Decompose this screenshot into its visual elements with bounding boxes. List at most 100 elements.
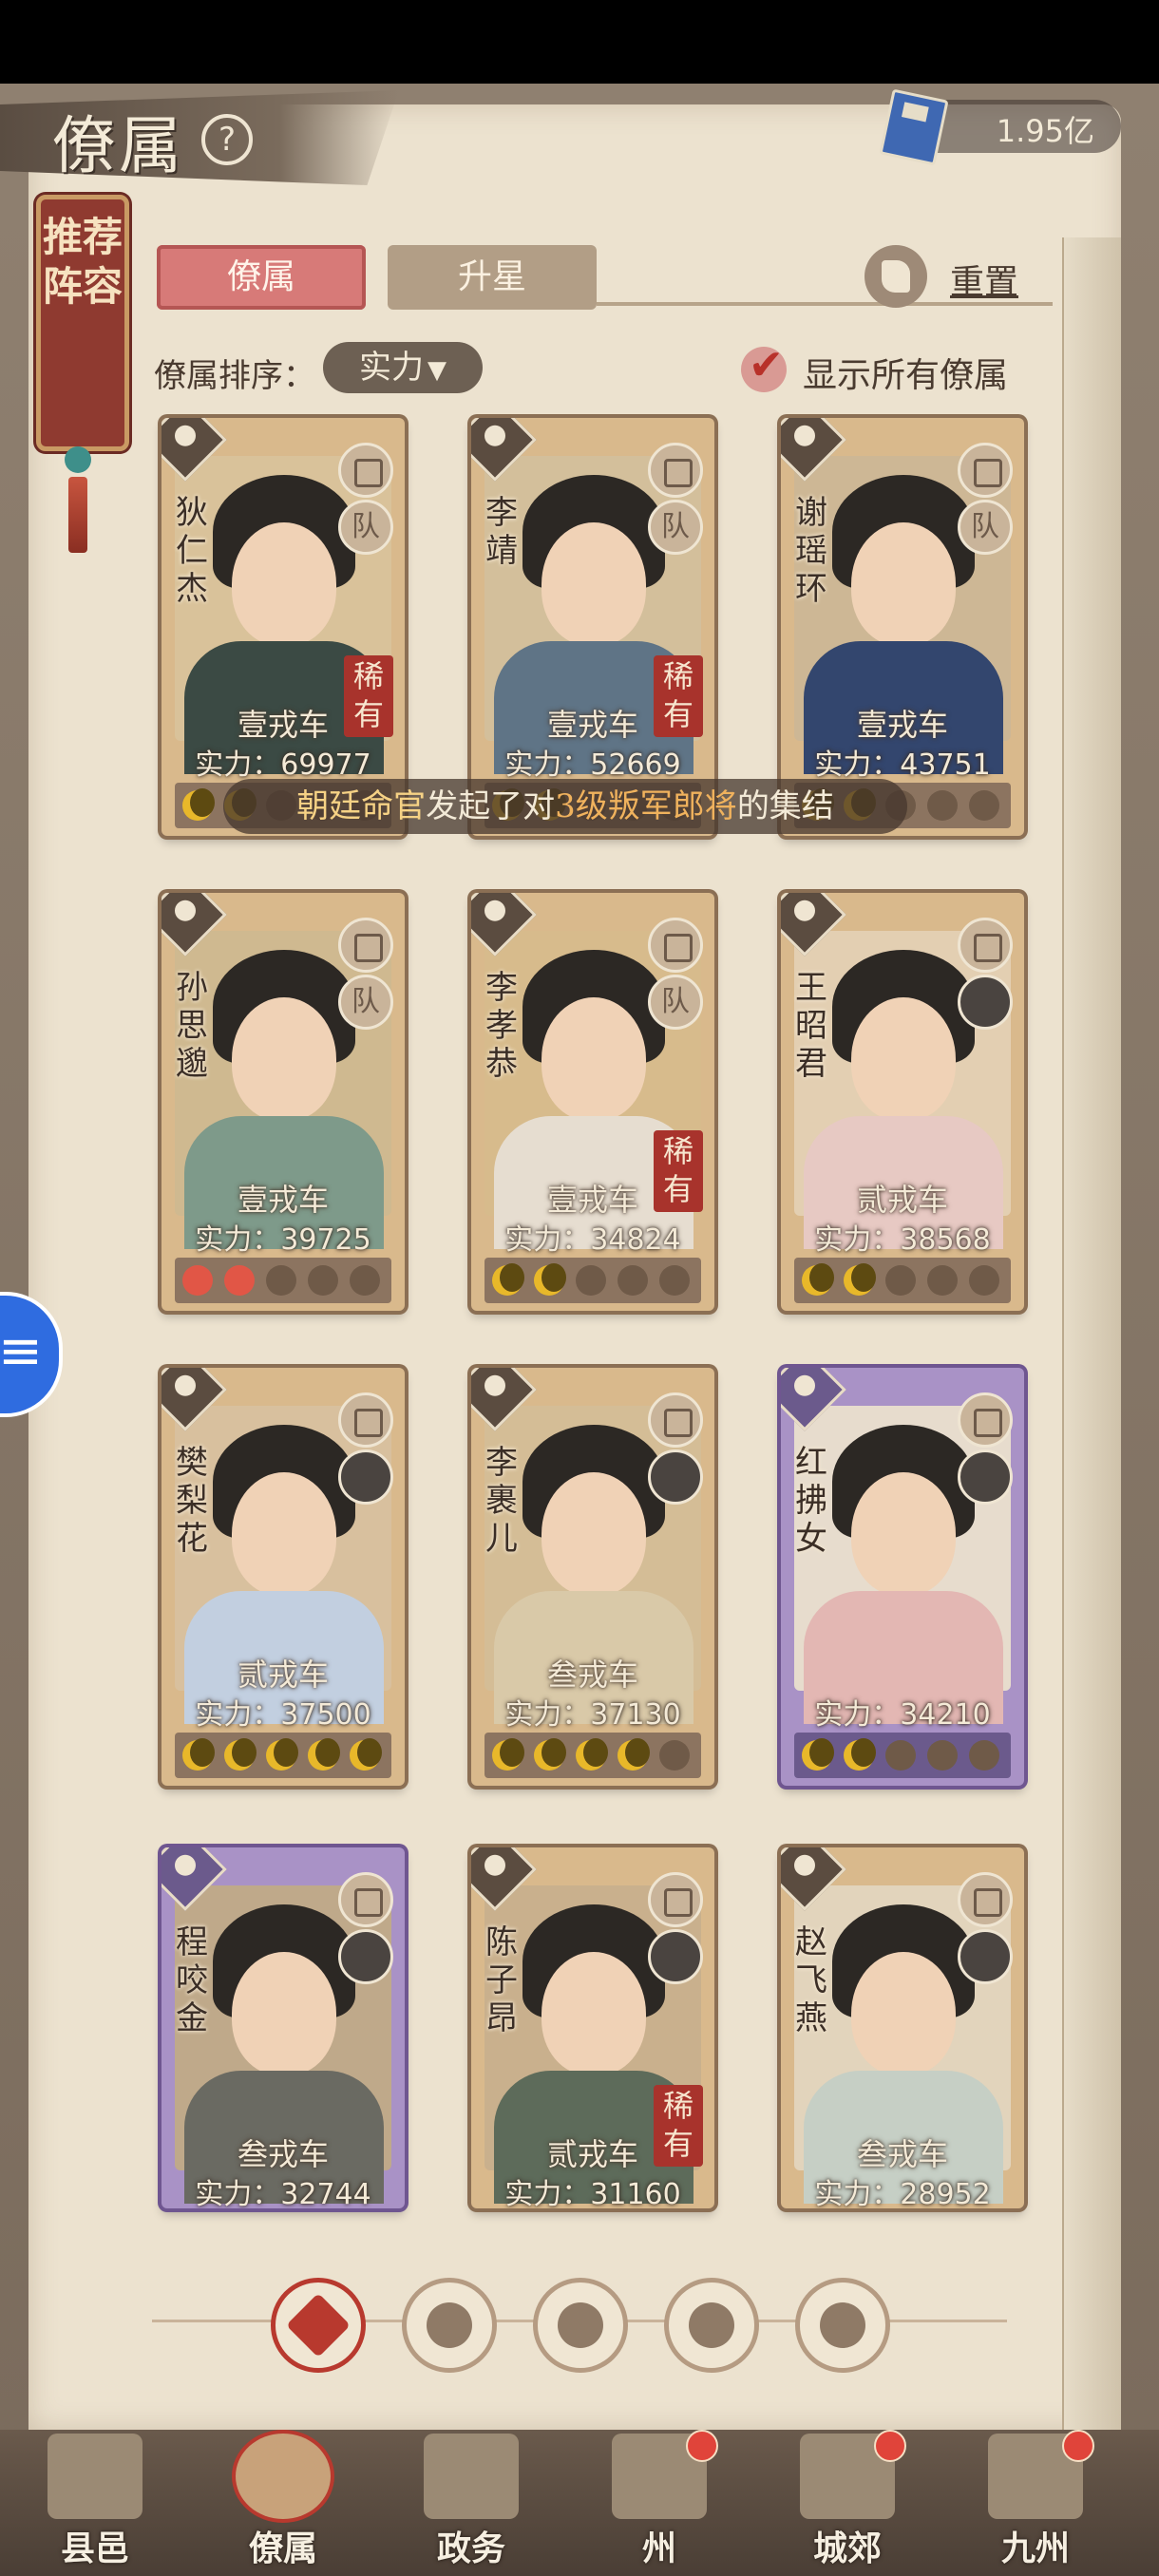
retainer-card[interactable]: 队李靖 稀有 壹戎车 实力：52669 [471,418,714,836]
reset-icon[interactable] [864,245,927,308]
star-row [794,1733,1011,1778]
role-icon [338,1872,393,1927]
role-icon [648,1872,703,1927]
role-icon [958,1872,1013,1927]
power-value: 39725 [280,1223,371,1257]
moon-star-icon [266,1740,296,1771]
nav-item-5[interactable]: 九州 [960,2430,1112,2576]
fan-filter-button[interactable] [664,2278,759,2373]
power-value: 37500 [280,1698,371,1732]
team-icon: 队 [648,500,703,555]
notice-suffix: 的集结 [736,787,834,825]
nav-item-0[interactable]: 县邑 [19,2430,171,2576]
power-value: 34824 [590,1223,681,1257]
lion-filter-icon [820,2302,865,2348]
retainer-card[interactable]: 红拂女 实力：34210 [781,1368,1024,1786]
retainer-grade: 叁戎车 [856,2136,948,2172]
power-prefix: 实力： [814,1698,901,1732]
moon-star-icon [885,1740,916,1771]
moon-star-icon [618,1265,648,1296]
retainer-grade: 叁戎车 [546,1657,638,1693]
nav-label: 政务 [436,2529,505,2568]
portrait-face [232,997,336,1121]
nav-item-3[interactable]: 州 [583,2430,735,2576]
power-prefix: 实力： [195,748,281,782]
retainer-name: 红拂女 [795,1444,827,1558]
pair-avatar-icon [338,1449,393,1505]
retainer-card[interactable]: 队李孝恭 稀有 壹戎车 实力：34824 [471,893,714,1311]
power-prefix: 实力： [504,2178,591,2208]
currency-display[interactable]: 1.95亿 [879,88,1121,166]
recommend-lineup-button[interactable]: 推荐阵容 [36,195,129,451]
helmet-filter-button[interactable] [402,2278,497,2373]
retainer-name: 程咬金 [176,1923,208,2037]
tab-retainers[interactable]: 僚属 [157,245,366,310]
show-all-checkbox[interactable] [741,341,787,392]
retainer-power: 实力：39725 [162,1216,405,1258]
moon-star-icon [969,790,999,821]
retainer-card[interactable]: 队狄仁杰 稀有 壹戎车 实力：69977 [162,418,405,836]
retainer-grade: 壹戎车 [237,707,329,743]
retainer-card[interactable]: 陈子昂 稀有 贰戎车 实力：31160 [471,1847,714,2208]
role-icon [648,1392,703,1448]
moon-star-icon [492,1265,522,1296]
retainer-card[interactable]: 队 孙思邈 壹戎车 实力：39725 [162,893,405,1311]
retainer-name: 狄仁杰 [176,494,208,608]
moon-star-icon [492,1740,522,1771]
tab-star-up[interactable]: 升星 [388,245,597,310]
power-prefix: 实力： [814,748,901,782]
role-icon [648,918,703,973]
retainer-power: 实力：28952 [781,2170,1024,2208]
type-filter-bar [152,2268,1007,2373]
page-edge [1062,237,1121,2498]
retainer-grade: 贰戎车 [546,2136,638,2172]
portrait-face [851,1472,956,1596]
moon-star-icon [885,1265,916,1296]
show-all-label[interactable]: 显示所有僚属 [803,348,1008,397]
status-bar [0,0,1159,84]
reset-button[interactable]: 重置 [950,255,1018,304]
all-filter-button[interactable] [271,2278,366,2373]
moon-star-icon [350,1740,380,1771]
bottom-nav: 县邑 僚属 政务 州 城郊 九州 [0,2430,1159,2576]
retainer-card[interactable]: 队 谢瑶环 壹戎车 实力：43751 [781,418,1024,836]
retainer-grade: 贰戎车 [856,1182,948,1218]
retainer-card[interactable]: 李裹儿 叁戎车 实力：37130 [471,1368,714,1786]
moon-star-icon [224,1265,255,1296]
notice-actor: 朝廷命官 [296,787,427,825]
retainer-power: 实力：52669 [471,741,714,783]
retainer-power: 实力：37500 [162,1691,405,1733]
lion-filter-button[interactable] [795,2278,890,2373]
gourd-filter-icon [558,2302,603,2348]
retainer-name: 李孝恭 [485,969,518,1083]
nav-item-2[interactable]: 政务 [395,2430,547,2576]
star-row [484,1258,701,1303]
moon-star-icon [576,1265,606,1296]
gourd-filter-button[interactable] [533,2278,628,2373]
power-value: 38568 [900,1223,991,1257]
retainer-card[interactable]: 樊梨花 贰戎车 实力：37500 [162,1368,405,1786]
power-prefix: 实力： [195,1223,281,1257]
retainer-card[interactable]: 王昭君 贰戎车 实力：38568 [781,893,1024,1311]
pair-avatar-icon [338,1929,393,1984]
moon-star-icon [182,1265,213,1296]
team-icon: 队 [338,500,393,555]
question-icon[interactable]: ? [201,114,253,165]
moon-star-icon [534,1740,564,1771]
retainer-card[interactable]: 赵飞燕 叁戎车 实力：28952 [781,1847,1024,2208]
star-row [175,1733,391,1778]
nav-building-icon [236,2434,331,2519]
role-icon [958,443,1013,498]
all-filter-icon [286,2293,351,2358]
retainer-card[interactable]: 程咬金 叁戎车 实力：32744 [162,1847,405,2208]
moon-star-icon [576,1740,606,1771]
sort-dropdown[interactable]: 实力 ▼ [323,342,483,393]
retainer-power: 实力：34824 [471,1216,714,1258]
rally-notice: 朝廷命官发起了对3级叛军郎将的集结 [223,779,907,834]
nav-item-4[interactable]: 城郊 [771,2430,923,2576]
retainer-name: 王昭君 [795,969,827,1083]
retainer-grade: 贰戎车 [237,1657,329,1693]
nav-item-1[interactable]: 僚属 [207,2430,359,2576]
tassel-decoration [65,446,91,560]
pair-avatar-icon [958,1929,1013,1984]
